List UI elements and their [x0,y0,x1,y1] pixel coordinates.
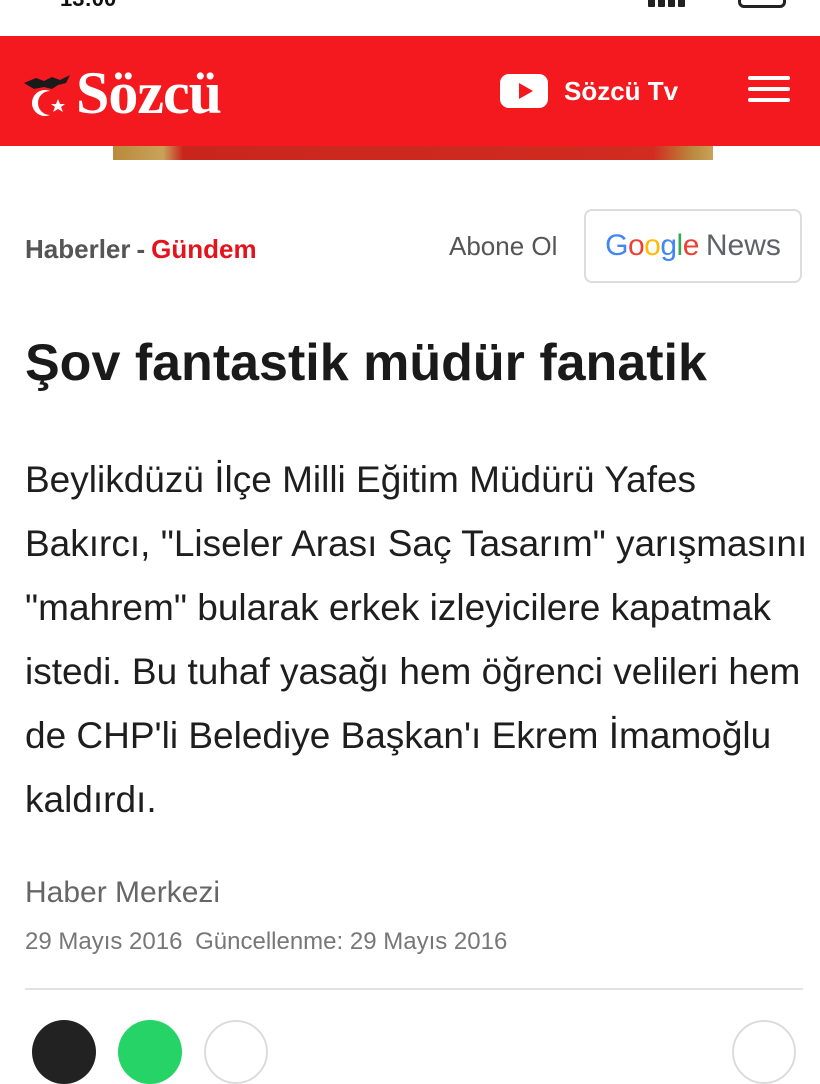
signal-icon [648,0,692,7]
breadcrumb-haberler[interactable]: Haberler [25,234,131,264]
news-label: News [705,229,781,262]
article-title: Şov fantastik müdür fanatik [25,334,707,392]
article-lead: Beylikdüzü İlçe Milli Eğitim Müdürü Yafe… [25,459,808,820]
breadcrumb: Haberler - Gündem [25,234,257,265]
logo-text: Sözcü [76,60,222,126]
status-bar: 13:00 [0,0,820,36]
article-author[interactable]: Haber Merkezi [25,876,220,910]
google-news-button[interactable]: Google News [584,209,802,283]
google-logo: Google [605,229,699,262]
published-date: 29 Mayıs 2016 [25,928,183,955]
share-x-icon[interactable] [32,1020,96,1084]
divider [25,988,803,990]
share-link-icon[interactable] [204,1020,268,1084]
ad-banner[interactable] [113,146,713,160]
subscribe-label: Abone Ol [449,231,558,261]
sozcu-tv-label: Sözcü Tv [564,75,679,106]
hamburger-menu-icon[interactable] [748,76,790,106]
sozcu-tv-link[interactable]: Sözcü Tv [500,74,678,108]
share-more-icon[interactable] [732,1020,796,1084]
crescent-star-eagle-icon [22,69,74,117]
share-whatsapp-icon[interactable] [118,1020,182,1084]
breadcrumb-separator: - [136,234,146,264]
article-dates: 29 Mayıs 2016 Güncellenme: 29 Mayıs 2016 [25,928,507,956]
breadcrumb-gundem[interactable]: Gündem [151,234,256,264]
site-logo[interactable]: Sözcü [22,58,222,128]
youtube-icon [500,74,548,108]
battery-icon [738,0,786,8]
status-time: 13:00 [60,0,116,12]
updated-label: Güncellenme: [195,928,344,955]
site-header: Sözcü Sözcü Tv [0,36,820,146]
updated-date: 29 Mayıs 2016 [349,928,508,955]
